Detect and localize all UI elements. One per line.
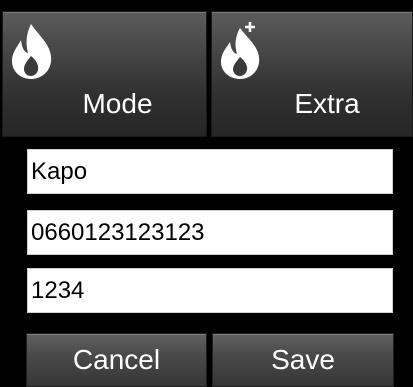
save-button[interactable]: Save [212,333,394,387]
name-field[interactable]: Kapo [27,149,393,194]
flame-plus-icon [221,22,260,79]
extra-label: Extra [294,88,360,119]
mode-label: Mode [82,88,153,119]
extra-button[interactable]: Extra [211,11,413,137]
phone-field[interactable]: 0660123123123 [27,210,393,255]
mode-button[interactable]: Mode [2,11,207,137]
pin-field[interactable]: 1234 [27,268,393,313]
settings-panel: Mode Extra Kapo 0660123123123 1234 Cance… [0,0,413,387]
cancel-button[interactable]: Cancel [26,333,207,387]
flame-icon [12,24,52,79]
